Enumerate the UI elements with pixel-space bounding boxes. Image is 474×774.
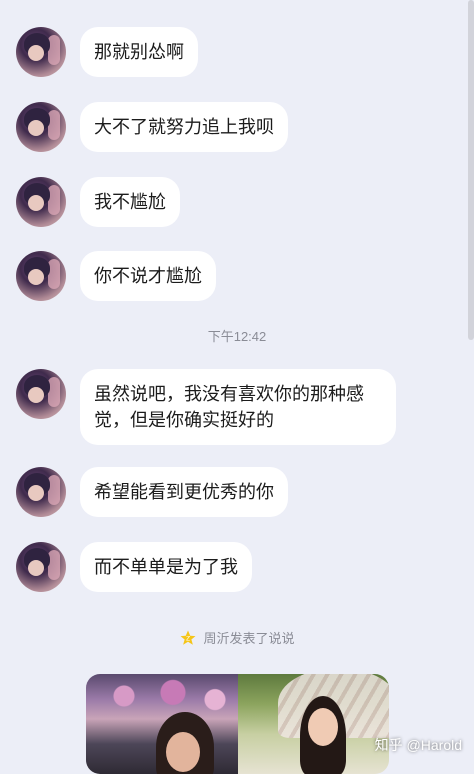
avatar-detail bbox=[48, 185, 60, 215]
watermark: 知乎 @Harold bbox=[374, 737, 462, 753]
message-row: 虽然说吧，我没有喜欢你的那种感觉，但是你确实挺好的 bbox=[16, 369, 396, 445]
avatar-detail bbox=[48, 110, 60, 140]
avatar-face bbox=[28, 45, 44, 61]
message-bubble[interactable]: 虽然说吧，我没有喜欢你的那种感觉，但是你确实挺好的 bbox=[80, 369, 396, 445]
avatar-detail bbox=[48, 550, 60, 580]
photo-blossom bbox=[96, 678, 236, 714]
avatar-face bbox=[28, 387, 44, 403]
notice-text: 周沂发表了说说 bbox=[203, 631, 295, 646]
avatar-face bbox=[28, 120, 44, 136]
photo-right-image bbox=[238, 674, 389, 774]
message-row: 那就别怂啊 bbox=[16, 27, 198, 77]
avatar-detail bbox=[48, 475, 60, 505]
avatar-face bbox=[28, 195, 44, 211]
message-row: 大不了就努力追上我呗 bbox=[16, 102, 288, 152]
avatar[interactable] bbox=[16, 467, 66, 517]
avatar[interactable] bbox=[16, 102, 66, 152]
avatar[interactable] bbox=[16, 369, 66, 419]
message-bubble[interactable]: 我不尴尬 bbox=[80, 177, 180, 227]
activity-notice[interactable]: Z 周沂发表了说说 bbox=[0, 628, 474, 647]
chat-window: 那就别怂啊 大不了就努力追上我呗 我不尴尬 你不说才尴尬 下午12:42 虽然说… bbox=[0, 0, 474, 774]
avatar-face bbox=[28, 560, 44, 576]
avatar[interactable] bbox=[16, 177, 66, 227]
timestamp: 下午12:42 bbox=[207, 329, 267, 344]
message-bubble[interactable]: 而不单单是为了我 bbox=[80, 542, 252, 592]
message-row: 我不尴尬 bbox=[16, 177, 180, 227]
message-bubble[interactable]: 你不说才尴尬 bbox=[80, 251, 216, 301]
scrollbar[interactable] bbox=[468, 0, 474, 340]
message-bubble[interactable]: 希望能看到更优秀的你 bbox=[80, 467, 288, 517]
avatar-face bbox=[28, 485, 44, 501]
message-bubble[interactable]: 那就别怂啊 bbox=[80, 27, 198, 77]
avatar-detail bbox=[48, 259, 60, 289]
avatar-face bbox=[28, 269, 44, 285]
message-row: 希望能看到更优秀的你 bbox=[16, 467, 288, 517]
photo-girl-face bbox=[308, 708, 338, 746]
svg-text:Z: Z bbox=[186, 635, 190, 642]
avatar-detail bbox=[48, 377, 60, 407]
message-bubble[interactable]: 大不了就努力追上我呗 bbox=[80, 102, 288, 152]
message-row: 你不说才尴尬 bbox=[16, 251, 216, 301]
avatar[interactable] bbox=[16, 27, 66, 77]
avatar[interactable] bbox=[16, 251, 66, 301]
photo-left-image bbox=[86, 674, 238, 774]
message-row: 而不单单是为了我 bbox=[16, 542, 252, 592]
shared-photo[interactable] bbox=[86, 674, 389, 774]
photo-child-face bbox=[166, 732, 200, 772]
avatar[interactable] bbox=[16, 542, 66, 592]
star-icon: Z bbox=[180, 630, 196, 645]
avatar-detail bbox=[48, 35, 60, 65]
